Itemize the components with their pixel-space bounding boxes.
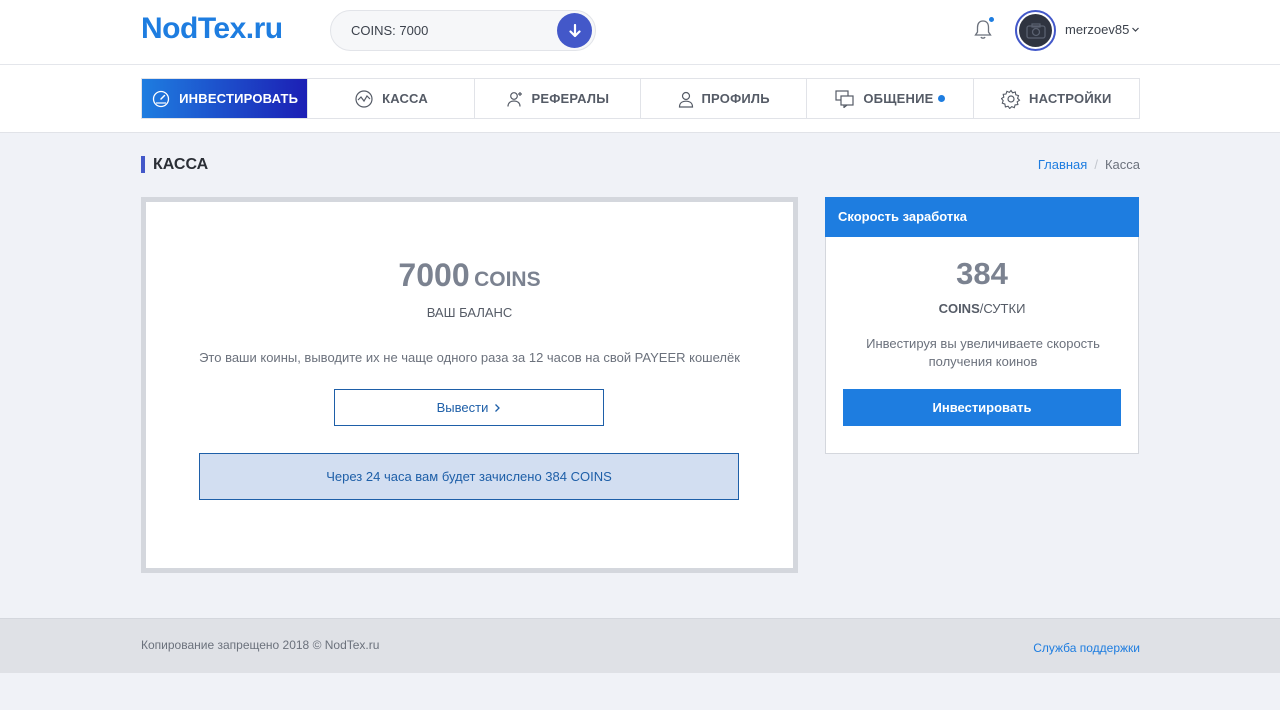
earning-speed-unit: COINS/СУТКИ [826, 301, 1138, 316]
balance-number: 7000 [398, 257, 470, 293]
username-menu[interactable]: merzoev85 [1065, 22, 1129, 37]
user-icon [678, 91, 693, 108]
chat-icon [835, 89, 854, 108]
footer-copyright: Копирование запрещено 2018 © NodTex.ru [141, 638, 380, 652]
earning-speed-card: Скорость заработка 384 COINS/СУТКИ Инвес… [825, 197, 1139, 454]
camera-icon [1025, 22, 1046, 39]
page-title: КАССА [141, 156, 208, 173]
chat-unread-dot [937, 95, 945, 102]
breadcrumb-home-link[interactable]: Главная [1038, 157, 1087, 172]
top-header: NodTex.ru COINS: 7000 merzoev85 [0, 0, 1280, 65]
nav-item-referrals[interactable]: РЕФЕРАЛЫ [473, 79, 640, 118]
coins-search-field[interactable]: COINS: 7000 [330, 10, 596, 51]
invest-button[interactable]: Инвестировать [843, 389, 1121, 426]
balance-amount: 7000 COINS [146, 257, 793, 294]
earning-speed-number: 384 [956, 256, 1008, 291]
speedometer-icon [152, 90, 170, 107]
wave-icon [355, 89, 373, 108]
earning-speed-unit-coins: COINS [938, 301, 980, 316]
nav-item-settings[interactable]: НАСТРОЙКИ [972, 79, 1139, 118]
nav-item-label: КАССА [382, 91, 428, 106]
coins-balance-value: COINS: 7000 [351, 23, 429, 38]
withdraw-note: Это ваши коины, выводите их не чаще одно… [199, 350, 740, 365]
user-plus-icon [506, 91, 522, 107]
nav-item-chat[interactable]: ОБЩЕНИЕ [806, 79, 972, 118]
nav-item-invest[interactable]: ИНВЕСТИРОВАТЬ [142, 79, 308, 118]
notification-dot [988, 16, 995, 23]
avatar[interactable] [1015, 10, 1056, 51]
chevron-down-icon[interactable] [1131, 25, 1140, 34]
nav-item-label: ОБЩЕНИЕ [863, 91, 934, 106]
support-link[interactable]: Служба поддержки [1033, 641, 1140, 655]
chevron-right-icon [495, 403, 501, 412]
arrow-down-icon [568, 23, 581, 37]
nav-item-label: РЕФЕРАЛЫ [531, 91, 610, 106]
main-nav: ИНВЕСТИРОВАТЬ КАССА РЕФЕРАЛЫ ПРОФИЛЬ ОБЩ… [141, 78, 1140, 119]
footer: Копирование запрещено 2018 © NodTex.ru С… [0, 618, 1280, 673]
balance-unit: COINS [474, 268, 541, 291]
site-logo[interactable]: NodTex.ru [141, 12, 283, 46]
withdraw-button-label: Вывести [436, 400, 489, 415]
balance-card: 7000 COINS ВАШ БАЛАНС Это ваши коины, вы… [141, 197, 798, 573]
earning-speed-header: Скорость заработка [825, 197, 1139, 237]
main-nav-bar: ИНВЕСТИРОВАТЬ КАССА РЕФЕРАЛЫ ПРОФИЛЬ ОБЩ… [0, 65, 1280, 133]
earning-speed-text: Инвестируя вы увеличиваете скорость полу… [866, 336, 1100, 369]
withdraw-button[interactable]: Вывести [334, 389, 604, 426]
nav-item-profile[interactable]: ПРОФИЛЬ [639, 79, 806, 118]
breadcrumb-current: Касса [1104, 157, 1140, 172]
download-button[interactable] [557, 13, 592, 48]
breadcrumb-separator: / [1094, 157, 1098, 172]
nav-item-label: НАСТРОЙКИ [1029, 91, 1112, 106]
nav-item-kassa[interactable]: КАССА [307, 79, 473, 118]
balance-label: ВАШ БАЛАНС [426, 305, 513, 320]
nav-item-label: ПРОФИЛЬ [701, 91, 770, 106]
gear-icon [1001, 89, 1021, 109]
breadcrumb: Главная / Касса [1038, 157, 1140, 172]
earning-speed-unit-period: /СУТКИ [979, 301, 1026, 316]
credit-alert: Через 24 часа вам будет зачислено 384 CO… [199, 453, 739, 500]
nav-item-label: ИНВЕСТИРОВАТЬ [179, 91, 299, 106]
